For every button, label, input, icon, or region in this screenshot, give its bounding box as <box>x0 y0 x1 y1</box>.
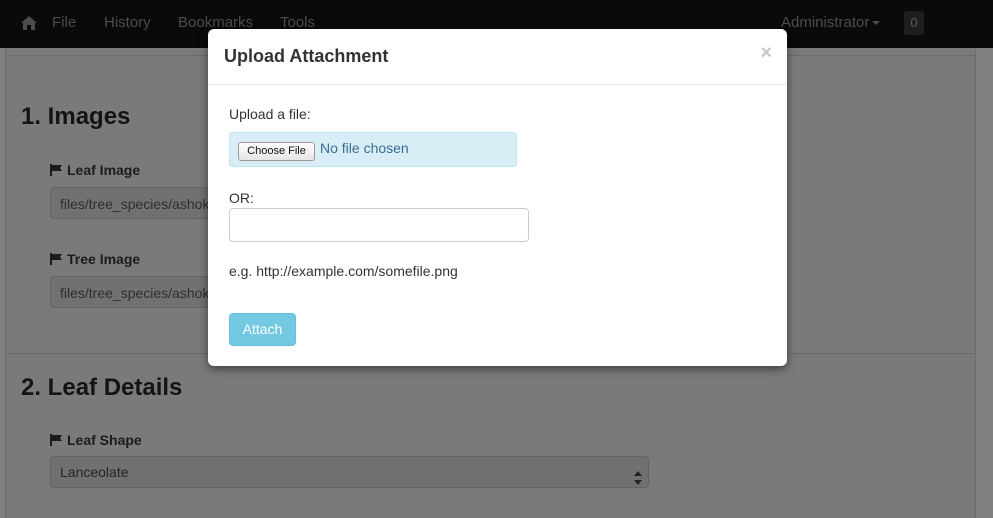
home-icon[interactable] <box>20 14 38 32</box>
field-label-tree-image: Tree Image <box>50 251 140 267</box>
flag-icon <box>50 252 63 265</box>
no-file-chosen-text: No file chosen <box>320 140 409 156</box>
choose-file-button[interactable]: Choose File <box>238 142 315 161</box>
flag-icon <box>50 433 63 446</box>
field-label-text: Tree Image <box>67 251 141 267</box>
or-label: OR: <box>229 190 254 206</box>
nav-file[interactable]: File <box>52 14 76 31</box>
field-label-text: Leaf Image <box>67 162 141 178</box>
leaf-image-input[interactable]: files/tree_species/ashok <box>50 187 220 219</box>
upload-file-label: Upload a file: <box>229 106 311 122</box>
attach-button[interactable]: Attach <box>229 313 296 346</box>
field-label-leaf-image: Leaf Image <box>50 162 140 178</box>
flag-icon <box>50 163 63 176</box>
tree-image-input[interactable]: files/tree_species/ashok <box>50 276 220 308</box>
caret-down-icon <box>872 21 881 26</box>
nav-history[interactable]: History <box>104 14 151 31</box>
url-input[interactable] <box>229 208 529 242</box>
leaf-shape-select[interactable]: Lanceolate <box>50 456 649 488</box>
user-menu[interactable]: Administrator <box>781 14 881 31</box>
field-label-leaf-shape: Leaf Shape <box>50 432 142 448</box>
leaf-shape-value: Lanceolate <box>60 464 129 480</box>
file-upload-box: Choose File No file chosen <box>229 132 517 167</box>
modal-header: Upload Attachment × <box>208 29 787 85</box>
example-url-hint: e.g. http://example.com/somefile.png <box>229 263 458 279</box>
section-title-images: 1. Images <box>21 103 131 130</box>
select-arrows-icon <box>634 465 642 485</box>
user-menu-label: Administrator <box>781 14 870 31</box>
section-title-leaf-details: 2. Leaf Details <box>21 374 183 401</box>
close-icon[interactable]: × <box>760 43 772 63</box>
notification-badge[interactable]: 0 <box>904 11 924 35</box>
upload-attachment-modal: Upload Attachment × Upload a file: Choos… <box>208 29 787 366</box>
field-label-text: Leaf Shape <box>67 432 142 448</box>
modal-title: Upload Attachment <box>224 46 389 66</box>
